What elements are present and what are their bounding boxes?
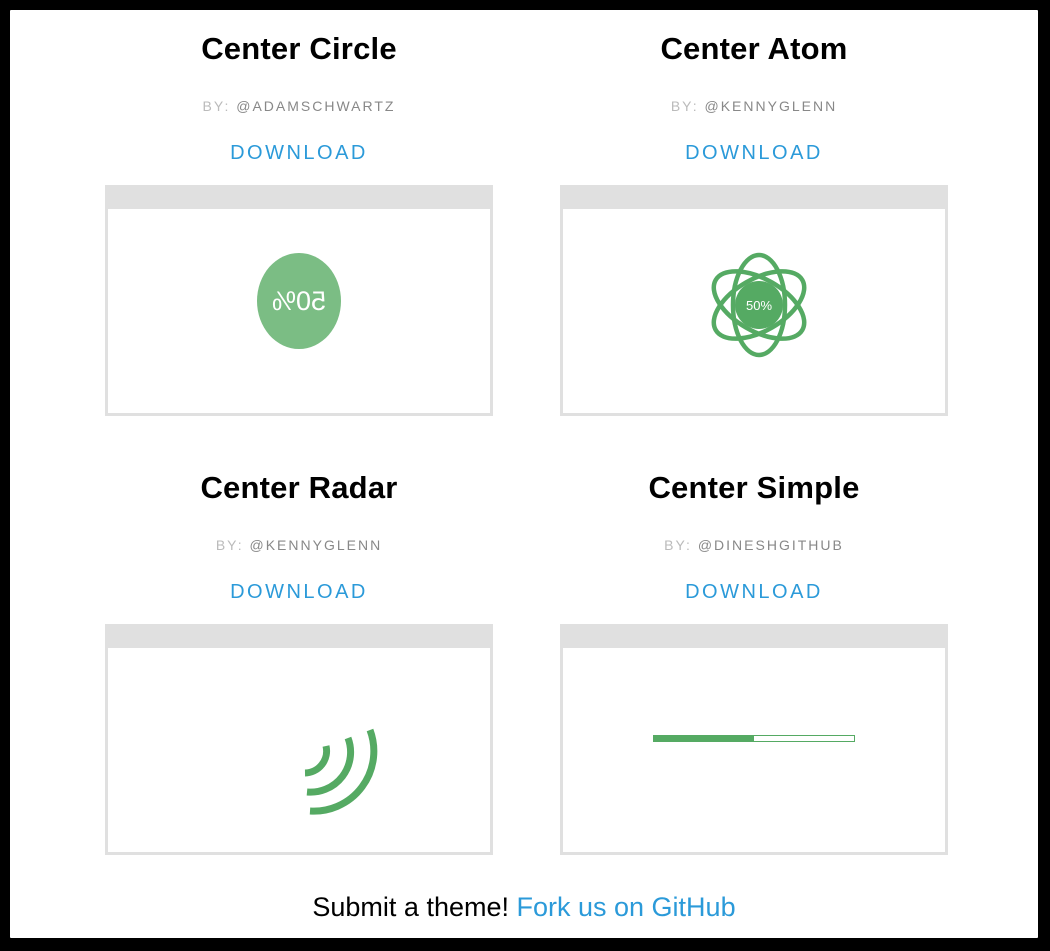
byline: BY: @ADAMSCHWARTZ (105, 98, 493, 116)
circle-progress-indicator: 50% (257, 253, 341, 349)
theme-title: Center Circle (201, 31, 397, 66)
theme-title: Center Atom (660, 31, 848, 66)
download-link[interactable]: DOWNLOAD (685, 581, 823, 604)
theme-preview (105, 624, 493, 855)
author-handle: @DINESHGITHUB (697, 537, 844, 553)
progress-text: 50% (746, 298, 772, 313)
author-handle: @ADAMSCHWARTZ (236, 98, 396, 114)
theme-card-center-atom: Center Atom BY: @KENNYGLENN DOWNLOAD 50% (560, 30, 948, 416)
theme-preview: 50% (560, 185, 948, 416)
theme-preview: 50% (105, 185, 493, 416)
theme-card-center-simple: Center Simple BY: @DINESHGITHUB DOWNLOAD (560, 469, 948, 855)
footer: Submit a theme! Fork us on GitHub (10, 892, 1038, 923)
simple-progress-bar (653, 735, 855, 742)
theme-title: Center Radar (200, 470, 398, 505)
download-link[interactable]: DOWNLOAD (230, 581, 368, 604)
download-link[interactable]: DOWNLOAD (230, 142, 368, 165)
github-link[interactable]: Fork us on GitHub (517, 892, 736, 922)
byline: BY: @KENNYGLENN (105, 537, 493, 555)
author-handle: @KENNYGLENN (249, 537, 383, 553)
progress-text: 50% (271, 285, 327, 316)
progress-fill (654, 736, 754, 741)
download-link[interactable]: DOWNLOAD (685, 142, 823, 165)
theme-card-center-circle: Center Circle BY: @ADAMSCHWARTZ DOWNLOAD… (105, 30, 493, 416)
theme-title: Center Simple (648, 470, 860, 505)
byline: BY: @KENNYGLENN (560, 98, 948, 116)
byline-label: BY: (670, 98, 699, 114)
byline-label: BY: (664, 537, 692, 553)
radar-progress-indicator (304, 728, 378, 815)
footer-text: Submit a theme! (312, 892, 509, 922)
theme-card-center-radar: Center Radar BY: @KENNYGLENN DOWNLOAD (105, 469, 493, 855)
author-handle: @KENNYGLENN (704, 98, 838, 114)
theme-preview (560, 624, 948, 855)
page: Center Circle BY: @ADAMSCHWARTZ DOWNLOAD… (10, 10, 1038, 938)
byline-label: BY: (215, 537, 244, 553)
byline: BY: @DINESHGITHUB (560, 537, 948, 555)
byline-label: BY: (202, 98, 231, 114)
atom-progress-indicator: 50% (711, 252, 807, 358)
